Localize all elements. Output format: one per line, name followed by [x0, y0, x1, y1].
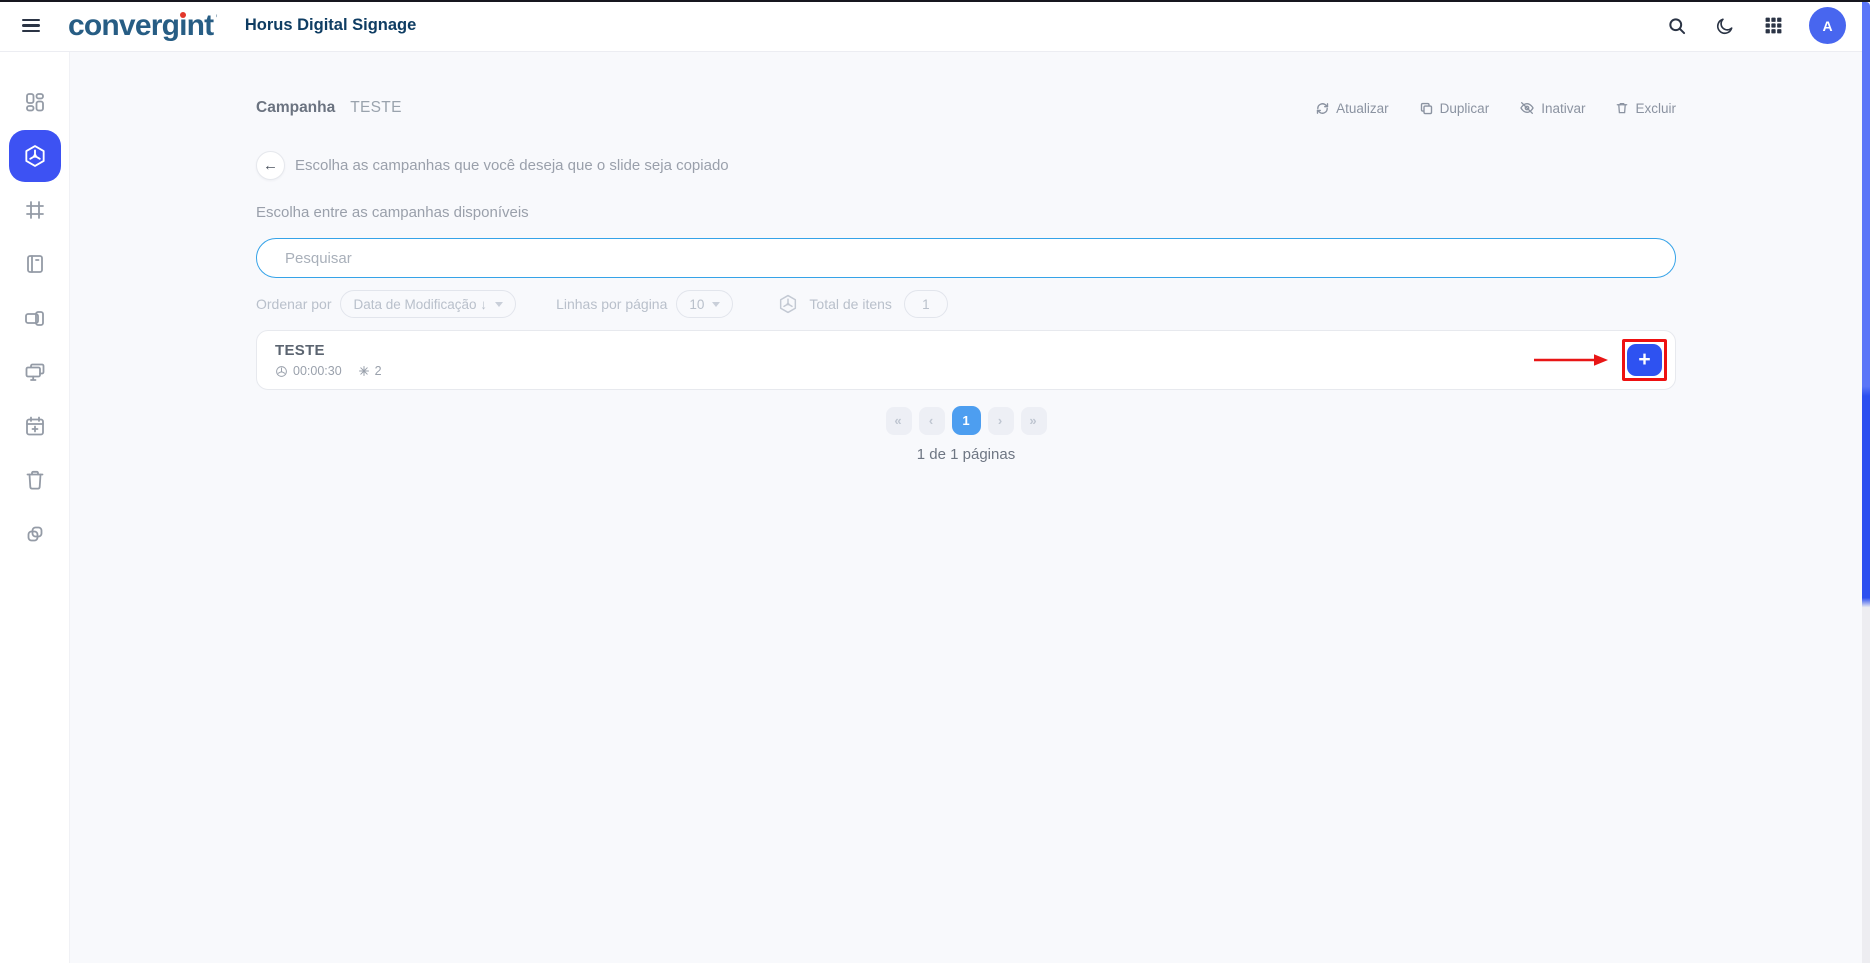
- trash-icon: [23, 468, 47, 492]
- main-content: Campanha TESTE Atualizar Duplicar: [256, 52, 1676, 463]
- rows-per-page-select[interactable]: 10: [676, 290, 733, 318]
- screens-icon: [23, 360, 47, 384]
- delete-button[interactable]: Excluir: [1615, 101, 1676, 116]
- rows-per-page-label: Linhas por página: [556, 296, 667, 312]
- plus-icon: +: [1638, 349, 1650, 370]
- hexagon-campaign-icon: [22, 143, 48, 169]
- header-actions: Atualizar Duplicar Inativar: [1315, 100, 1676, 116]
- pagination-first-button[interactable]: «: [886, 407, 912, 435]
- copy-icon: [1419, 101, 1434, 116]
- search-icon[interactable]: [1665, 14, 1689, 38]
- page-title-badge: TESTE: [350, 99, 401, 117]
- trash-icon: [1615, 101, 1629, 115]
- campaign-list-item[interactable]: TESTE 00:00:30 2: [256, 330, 1676, 390]
- chevron-down-icon: [495, 302, 503, 307]
- sidebar-item-trash[interactable]: [9, 454, 61, 506]
- page-title: Campanha: [256, 99, 335, 117]
- refresh-button[interactable]: Atualizar: [1315, 101, 1389, 116]
- logo-red-dot: [180, 12, 186, 18]
- page-scrollbar[interactable]: [1862, 2, 1870, 963]
- deactivate-button[interactable]: Inativar: [1519, 100, 1585, 116]
- calendar-plus-icon: [23, 414, 47, 438]
- sidebar-item-frames[interactable]: [9, 184, 61, 236]
- user-avatar[interactable]: A: [1809, 7, 1846, 44]
- logo-trademark: ': [215, 13, 217, 25]
- campaign-name: TESTE: [275, 342, 382, 359]
- search-input[interactable]: [256, 238, 1676, 278]
- app-title: Horus Digital Signage: [245, 16, 416, 35]
- back-hint-text: Escolha as campanhas que você deseja que…: [295, 157, 729, 174]
- convergint-logo: convergınt ': [68, 11, 217, 41]
- pagination-prev-button[interactable]: ‹: [919, 407, 945, 435]
- chevron-down-icon: [712, 302, 720, 307]
- campaign-slide-count: 2: [358, 364, 382, 378]
- refresh-icon: [1315, 101, 1330, 116]
- sidebar-item-schedule[interactable]: [9, 400, 61, 452]
- timer-icon: [275, 365, 288, 378]
- link-icon: [23, 522, 47, 546]
- pagination-page-1-button[interactable]: 1: [952, 406, 981, 435]
- sidebar-item-devices[interactable]: [9, 292, 61, 344]
- duplicate-button[interactable]: Duplicar: [1419, 101, 1490, 116]
- back-button[interactable]: ←: [256, 151, 285, 180]
- total-items-label: Total de itens: [809, 296, 892, 312]
- sort-label: Ordenar por: [256, 296, 331, 312]
- sidebar-item-links[interactable]: [9, 508, 61, 560]
- annotation-arrow: [1532, 353, 1612, 367]
- campaign-duration: 00:00:30: [275, 364, 342, 378]
- apps-grid-icon[interactable]: [1761, 14, 1785, 38]
- pagination-last-button[interactable]: »: [1021, 407, 1047, 435]
- hexagon-total-icon: [777, 293, 799, 315]
- add-to-campaign-button[interactable]: +: [1627, 344, 1662, 376]
- section-label: Escolha entre as campanhas disponíveis: [256, 204, 1676, 222]
- filter-toolbar: Ordenar por Data de Modificação ↓ Linhas…: [256, 290, 1676, 318]
- sort-select[interactable]: Data de Modificação ↓: [340, 290, 516, 318]
- eye-off-icon: [1519, 100, 1535, 116]
- pagination: « ‹ 1 › »: [256, 406, 1676, 435]
- notebook-icon: [23, 252, 47, 276]
- back-arrow-icon: ←: [263, 157, 278, 174]
- sidebar-item-dashboard[interactable]: [9, 76, 61, 128]
- pagination-summary: 1 de 1 páginas: [256, 446, 1676, 463]
- annotation-highlight-box: +: [1622, 339, 1667, 381]
- top-navbar: convergınt ' Horus Digital Signage A: [0, 0, 1862, 52]
- sidebar-item-screens[interactable]: [9, 346, 61, 398]
- sidebar-item-templates[interactable]: [9, 238, 61, 290]
- sidebar-item-campaigns-active[interactable]: [9, 130, 61, 182]
- window-frame-edge: [0, 0, 1870, 2]
- devices-icon: [23, 306, 47, 330]
- hamburger-menu-icon[interactable]: [22, 19, 40, 33]
- pagination-next-button[interactable]: ›: [988, 407, 1014, 435]
- asterisk-icon: [358, 365, 370, 377]
- dark-mode-moon-icon[interactable]: [1713, 14, 1737, 38]
- total-items-badge: 1: [904, 290, 948, 318]
- frame-icon: [23, 198, 47, 222]
- dashboard-icon: [23, 90, 47, 114]
- sidebar: [0, 52, 70, 963]
